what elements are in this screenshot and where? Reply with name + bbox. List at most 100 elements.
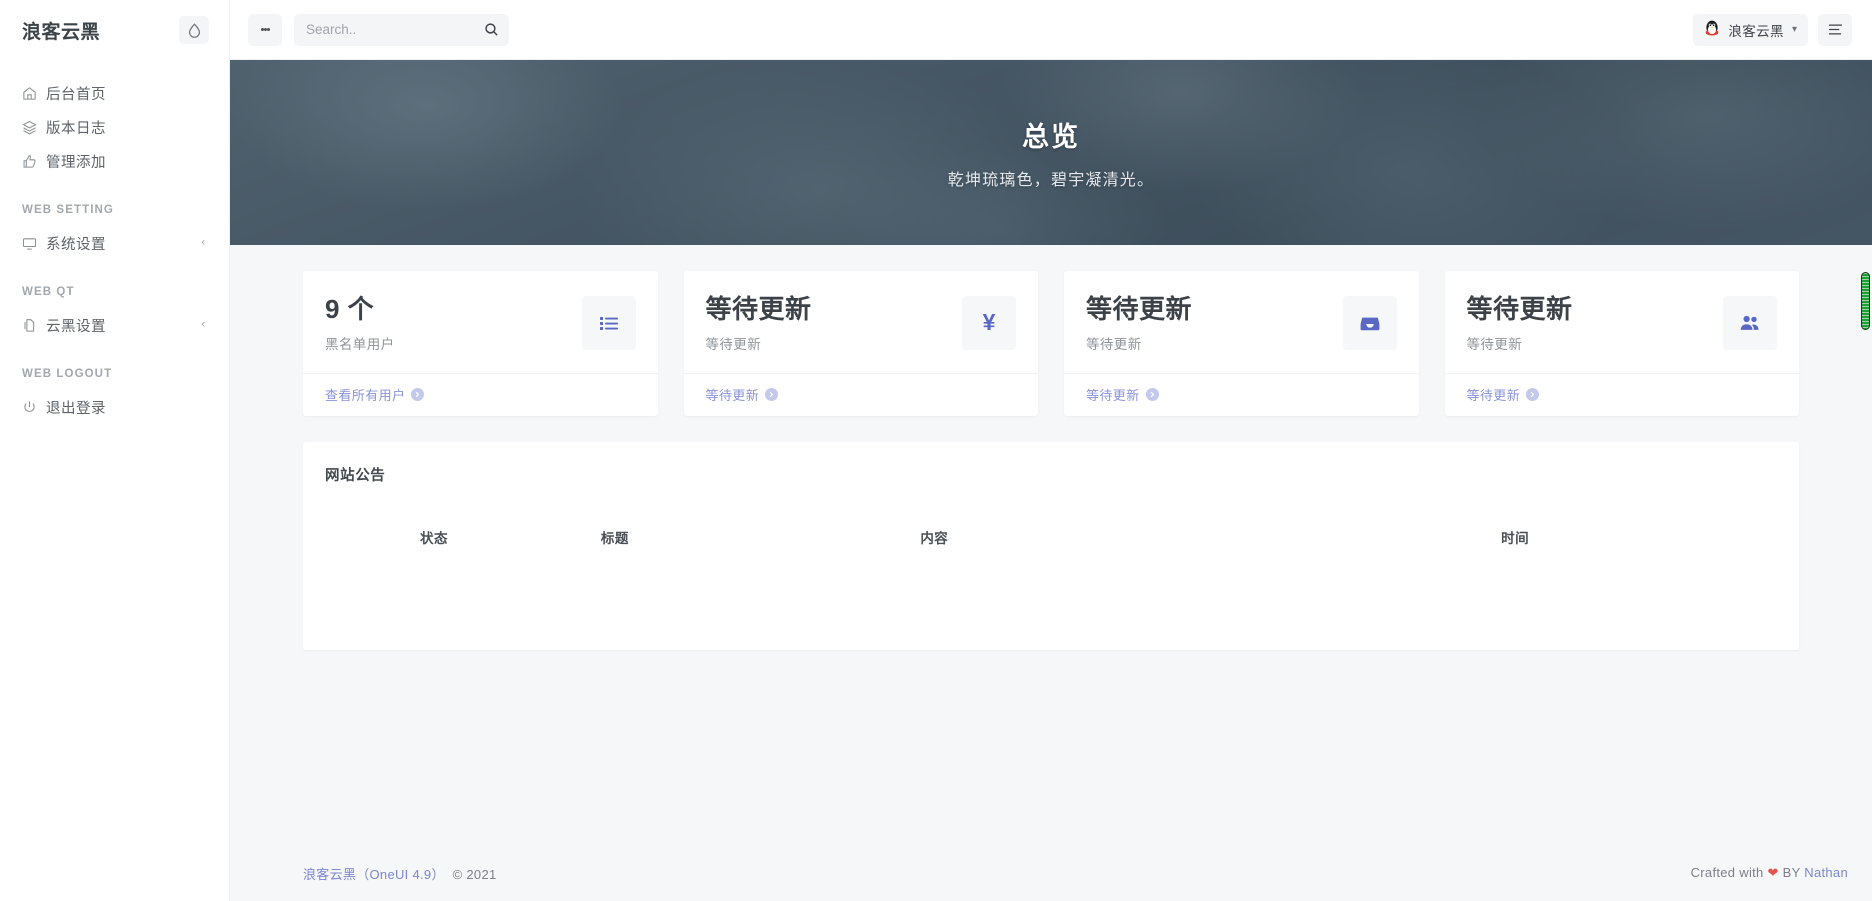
yen-icon: ¥ [962, 295, 1016, 350]
page-title: 总览 [1022, 122, 1080, 152]
footer-copyright: © 2021 [452, 866, 497, 882]
column-header-status: 状态 [420, 530, 448, 546]
search-icon[interactable] [484, 22, 499, 37]
stat-card-link-label: 等待更新 [705, 387, 760, 403]
sidebar-nav: 后台首页 版本日志 管理添加 WEB SETTING 系统设置 ‹ WEB QT… [0, 60, 229, 424]
stat-card-footer: 等待更新 [683, 372, 1038, 416]
stat-card-link[interactable]: 等待更新 [706, 385, 779, 404]
scroll-body: 总览 乾坤琉璃色，碧宇凝清光。 9 个 黑名单用户 查看所有用户 等待更新 等待… [230, 60, 1872, 845]
stat-cards: 9 个 黑名单用户 查看所有用户 等待更新 等待更新 ¥ 等待更新 等待更新 等… [303, 271, 1799, 416]
vertical-scrollbar[interactable] [1858, 120, 1872, 845]
arrow-right-circle-icon [1145, 387, 1159, 401]
inbox-icon [1342, 295, 1397, 350]
sidebar-item-label: 版本日志 [46, 120, 106, 137]
layers-icon [22, 120, 44, 135]
file-icon [22, 318, 44, 333]
sidebar-item-label: 管理添加 [46, 154, 106, 171]
app-root: 浪客云黑 后台首页 版本日志 管理添加 WEB SETTING 系统设置 ‹ W… [0, 0, 1872, 901]
sidebar-heading-web-qt: WEB QT [22, 286, 75, 298]
stat-card: 等待更新 等待更新 ¥ 等待更新 [683, 271, 1039, 416]
stat-value: 等待更新 [705, 294, 812, 324]
stat-card-link-label: 等待更新 [1086, 387, 1140, 403]
brand-title: 浪客云黑 [22, 21, 101, 43]
list-menu-icon[interactable] [1818, 13, 1852, 46]
stat-card-link-label: 查看所有用户 [325, 387, 406, 403]
panel-title: 网站公告 [325, 467, 386, 484]
topbar: 浪客云黑 ▾ [230, 0, 1872, 60]
announcements-table: 状态 标题 内容 时间 [325, 527, 1777, 561]
chevron-down-icon: ▾ [1791, 23, 1797, 35]
kebab-menu-icon[interactable] [248, 13, 282, 46]
table-header-row: 状态 标题 内容 时间 [325, 527, 1777, 561]
stat-card-link-label: 等待更新 [1466, 387, 1521, 403]
scrollbar-thumb[interactable] [1861, 272, 1870, 330]
qq-penguin-icon [1704, 19, 1720, 41]
stat-value: 9 个 [325, 294, 375, 324]
topbar-right: 浪客云黑 ▾ [1693, 13, 1852, 46]
main-column: 浪客云黑 ▾ 总览 乾坤琉璃色，碧宇凝清光。 [230, 0, 1872, 901]
search-input[interactable] [306, 22, 484, 37]
list-icon [581, 295, 636, 350]
droplet-icon[interactable] [179, 16, 209, 44]
stat-card-body: 等待更新 等待更新 ¥ [684, 271, 1039, 373]
user-menu-button[interactable]: 浪客云黑 ▾ [1693, 13, 1808, 46]
sidebar-item-label: 退出登录 [46, 400, 106, 417]
sidebar-heading-web-setting: WEB SETTING [22, 204, 114, 216]
users-icon [1723, 295, 1777, 350]
arrow-right-circle-icon [765, 387, 779, 401]
stat-card-body: 等待更新 等待更新 [1064, 271, 1419, 373]
sidebar-header: 浪客云黑 [0, 0, 229, 60]
stat-label: 等待更新 [1466, 336, 1523, 352]
heart-icon: ❤ [1767, 865, 1779, 880]
stat-card-body: 9 个 黑名单用户 [303, 271, 658, 373]
crafted-by-label: BY [1782, 865, 1801, 880]
hero-subtitle: 乾坤琉璃色，碧宇凝清光。 [947, 172, 1155, 189]
column-header-content: 内容 [920, 530, 949, 546]
footer-right: Crafted with ❤ BY Nathan [1691, 865, 1848, 881]
stat-label: 黑名单用户 [325, 336, 395, 352]
sidebar-item-system-settings[interactable]: 系统设置 ‹ [0, 226, 229, 260]
sidebar-item-label: 云黑设置 [46, 318, 106, 335]
author-link[interactable]: Nathan [1804, 865, 1848, 880]
home-icon [22, 86, 44, 101]
stat-card-link[interactable]: 等待更新 [1467, 385, 1540, 404]
stat-card: 等待更新 等待更新 等待更新 [1064, 271, 1419, 416]
sidebar-item-home[interactable]: 后台首页 [0, 76, 229, 110]
stat-card-footer: 等待更新 [1444, 372, 1799, 416]
stat-card: 9 个 黑名单用户 查看所有用户 [303, 271, 658, 416]
monitor-icon [22, 236, 44, 251]
arrow-right-circle-icon [411, 387, 425, 401]
sidebar-item-admin-add[interactable]: 管理添加 [0, 144, 229, 178]
sidebar-item-logout[interactable]: 退出登录 [0, 390, 229, 424]
sidebar-heading-web-logout: WEB LOGOUT [22, 368, 113, 380]
column-header-time: 时间 [1501, 530, 1530, 546]
user-name: 浪客云黑 [1728, 23, 1784, 39]
stat-card-link[interactable]: 查看所有用户 [325, 385, 425, 404]
footer-brand-link[interactable]: 浪客云黑 [303, 867, 356, 882]
stat-value: 等待更新 [1466, 294, 1573, 324]
stat-card-link[interactable]: 等待更新 [1086, 385, 1159, 404]
page-footer: 浪客云黑（OneUI 4.9） © 2021 Crafted with ❤ BY… [230, 845, 1872, 901]
chevron-left-icon: ‹ [201, 236, 205, 249]
hero-banner: 总览 乾坤琉璃色，碧宇凝清光。 [230, 60, 1872, 245]
sidebar: 浪客云黑 后台首页 版本日志 管理添加 WEB SETTING 系统设置 ‹ W… [0, 0, 230, 901]
stat-card-body: 等待更新 等待更新 [1445, 271, 1800, 373]
stat-card-footer: 查看所有用户 [303, 372, 658, 416]
power-icon [22, 400, 44, 415]
footer-version[interactable]: （OneUI 4.9） [356, 867, 445, 882]
stat-label: 等待更新 [705, 336, 762, 352]
sidebar-item-label: 后台首页 [46, 86, 106, 103]
thumbs-up-icon [22, 154, 44, 169]
announcements-panel: 网站公告 状态 标题 内容 时间 [303, 441, 1799, 650]
column-header-title: 标题 [600, 530, 629, 546]
sidebar-item-yunhei-settings[interactable]: 云黑设置 ‹ [0, 308, 229, 342]
sidebar-item-label: 系统设置 [46, 236, 106, 253]
chevron-left-icon: ‹ [201, 318, 205, 331]
content-area: 9 个 黑名单用户 查看所有用户 等待更新 等待更新 ¥ 等待更新 等待更新 等… [230, 245, 1872, 650]
search-box[interactable] [294, 13, 509, 46]
stat-label: 等待更新 [1086, 336, 1142, 352]
arrow-right-circle-icon [1526, 387, 1540, 401]
crafted-with-label: Crafted with [1690, 865, 1764, 880]
sidebar-item-changelog[interactable]: 版本日志 [0, 110, 229, 144]
stat-value: 等待更新 [1086, 294, 1193, 324]
